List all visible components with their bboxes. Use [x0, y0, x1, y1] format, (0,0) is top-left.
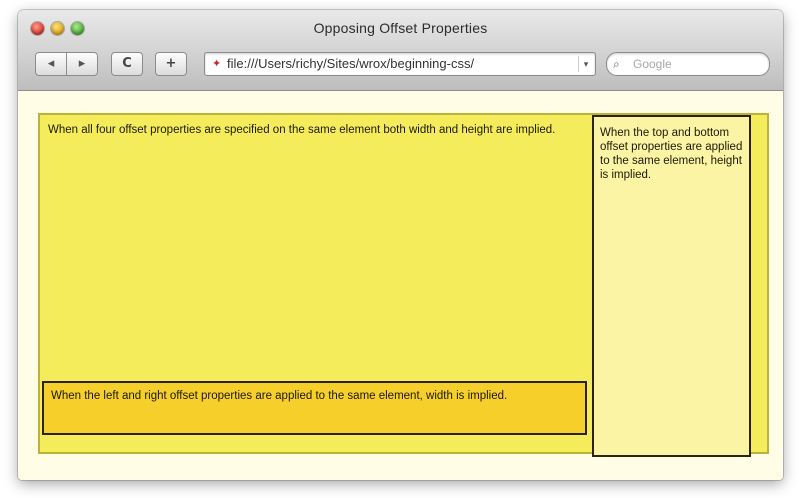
search-bar[interactable]: ⌕ — [606, 52, 770, 76]
url-text[interactable]: file:///Users/richy/Sites/wrox/beginning… — [227, 53, 474, 75]
file-icon: ✦ — [212, 58, 222, 70]
search-icon[interactable]: ⌕ — [613, 55, 620, 73]
page-viewport: When all four offset properties are spec… — [18, 91, 783, 480]
back-arrow-icon: ◂ — [47, 56, 55, 71]
reload-icon: C — [122, 56, 132, 71]
top-bottom-offsets-box: When the top and bottom offset propertie… — [592, 115, 751, 457]
left-right-offsets-text: When the left and right offset propertie… — [51, 390, 508, 402]
left-right-offsets-box: When the left and right offset propertie… — [42, 381, 587, 435]
search-input[interactable] — [633, 54, 761, 74]
all-offsets-text: When all four offset properties are spec… — [48, 124, 556, 136]
history-dropdown-icon[interactable]: ▾ — [578, 56, 593, 72]
reload-button[interactable]: C — [111, 52, 143, 76]
window-title: Opposing Offset Properties — [313, 20, 488, 36]
title-bar: Opposing Offset Properties ◂ ▸ C + ✦ fil… — [18, 10, 783, 91]
browser-window: Opposing Offset Properties ◂ ▸ C + ✦ fil… — [18, 10, 783, 480]
back-button[interactable]: ◂ — [35, 52, 67, 76]
forward-arrow-icon: ▸ — [78, 56, 86, 71]
forward-button[interactable]: ▸ — [66, 52, 98, 76]
add-bookmark-button[interactable]: + — [155, 52, 187, 76]
offset-demo-container: When all four offset properties are spec… — [38, 113, 769, 457]
top-bottom-offsets-text: When the top and bottom offset propertie… — [600, 127, 743, 181]
address-bar[interactable]: ✦ file:///Users/richy/Sites/wrox/beginni… — [204, 52, 596, 76]
plus-icon: + — [165, 56, 177, 71]
